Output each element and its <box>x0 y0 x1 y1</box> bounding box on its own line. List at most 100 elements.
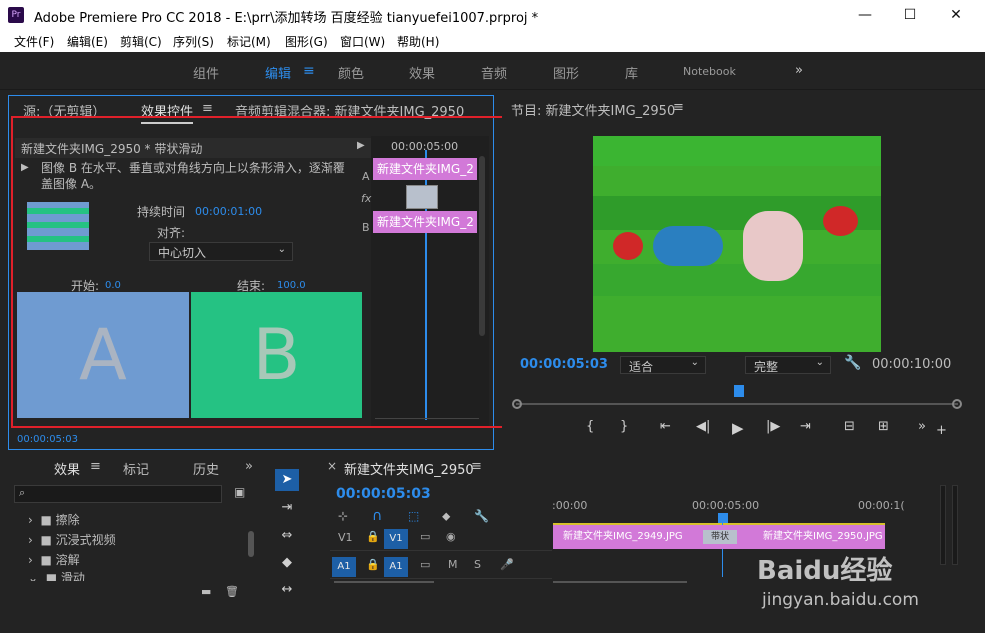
snap-icon[interactable]: ⊹ <box>338 509 348 523</box>
workspace-assembly[interactable]: 组件 <box>193 63 219 82</box>
scrub-end-handle[interactable] <box>952 399 962 409</box>
ripple-edit-tool-icon[interactable]: ⇔ <box>275 525 299 547</box>
go-to-in-icon[interactable]: ⇤ <box>660 419 671 434</box>
fit-select[interactable]: 适合 ⌄ <box>620 356 706 374</box>
program-title[interactable]: 节目: 新建文件夹IMG_2950 <box>511 100 675 119</box>
a1-source-toggle[interactable]: A1 <box>332 557 356 577</box>
effects-scrollbar[interactable] <box>248 531 254 557</box>
workspace-audio[interactable]: 音频 <box>481 63 507 82</box>
solo-label[interactable]: S <box>474 558 481 571</box>
new-bin-icon[interactable]: ▣ <box>234 485 245 499</box>
sync-icon[interactable]: ▭ <box>420 530 430 543</box>
timeline-playhead-handle[interactable] <box>718 513 728 523</box>
menu-file[interactable]: 文件(F) <box>14 33 54 50</box>
track-select-tool-icon[interactable]: ⇥ <box>275 497 299 519</box>
minimize-button[interactable]: — <box>842 0 888 30</box>
folder-icon: ■ <box>40 513 56 527</box>
scrub-start-handle[interactable] <box>512 399 522 409</box>
delete-icon[interactable]: 🗑 <box>225 585 239 598</box>
marker-icon[interactable]: ⬥ <box>442 509 450 524</box>
selection-tool-icon[interactable]: ➤ <box>275 469 299 491</box>
menu-graphics[interactable]: 图形(G) <box>285 33 328 50</box>
add-button-icon[interactable]: + <box>936 423 947 438</box>
close-sequence-icon[interactable]: × <box>327 459 337 473</box>
program-menu-icon[interactable]: ≡ <box>673 100 684 115</box>
eye-icon[interactable]: ◉ <box>446 530 456 543</box>
razor-tool-icon[interactable]: ◆ <box>275 552 299 574</box>
slip-tool-icon[interactable]: ↔ <box>275 579 299 601</box>
new-folder-icon[interactable]: ▬ <box>201 585 211 598</box>
settings-wrench-icon[interactable]: 🔧 <box>474 509 489 523</box>
tab-markers[interactable]: 标记 <box>123 459 149 478</box>
sync-icon[interactable]: ▭ <box>420 558 430 571</box>
mute-label[interactable]: M <box>448 558 458 571</box>
more-tabs-icon[interactable]: » <box>245 459 253 474</box>
ruler-label-mid: 00:00:05:00 <box>692 499 760 512</box>
workspace-color[interactable]: 颜色 <box>338 63 364 82</box>
more-controls-icon[interactable]: » <box>918 419 926 434</box>
program-timecode[interactable]: 00:00:05:03 <box>520 357 608 372</box>
timeline-zoom-bar[interactable] <box>553 581 687 583</box>
menu-clip[interactable]: 剪辑(C) <box>120 33 162 50</box>
maximize-button[interactable]: ☐ <box>887 0 933 30</box>
tab-history[interactable]: 历史 <box>193 459 219 478</box>
clip-1[interactable]: 新建文件夹IMG_2949.JPG <box>563 525 683 549</box>
workspace-menu-icon[interactable]: ≡ <box>303 63 315 79</box>
title-bar: Pr Adobe Premiere Pro CC 2018 - E:\prr\添… <box>0 0 985 30</box>
linked-selection-icon[interactable]: ⬚ <box>408 509 419 523</box>
step-forward-icon[interactable]: |▶ <box>766 419 780 434</box>
v1-target-toggle[interactable]: V1 <box>384 529 408 549</box>
microphone-icon[interactable]: 🎤 <box>500 558 514 571</box>
header-zoom-bar[interactable] <box>334 581 434 583</box>
sequence-tab[interactable]: 新建文件夹IMG_2950 <box>344 459 474 478</box>
transition-clip[interactable]: 带状 <box>703 530 737 544</box>
clip-2[interactable]: 新建文件夹IMG_2950.JPG <box>763 525 883 549</box>
sequence-menu-icon[interactable]: ≡ <box>471 459 482 474</box>
a1-target-toggle[interactable]: A1 <box>384 557 408 577</box>
panel-menu-icon[interactable]: ≡ <box>202 101 213 116</box>
tab-effects[interactable]: 效果 <box>54 459 80 478</box>
mark-in-icon[interactable]: { <box>586 419 594 434</box>
go-to-out-icon[interactable]: ⇥ <box>800 419 811 434</box>
menu-marker[interactable]: 标记(M) <box>227 33 271 50</box>
menu-window[interactable]: 窗口(W) <box>340 33 385 50</box>
v1-source-label[interactable]: V1 <box>338 531 353 544</box>
quality-select[interactable]: 完整 ⌄ <box>745 356 831 374</box>
workspace-libraries[interactable]: 库 <box>625 63 638 82</box>
menu-edit[interactable]: 编辑(E) <box>67 33 108 50</box>
effect-controls-timecode[interactable]: 00:00:05:03 <box>17 434 78 445</box>
lift-icon[interactable]: ⊟ <box>844 419 855 434</box>
lock-icon[interactable]: 🔒 <box>366 558 380 571</box>
chevron-right-icon: › <box>28 513 41 527</box>
list-item[interactable]: ⌄ ■ 滑动 <box>28 569 85 581</box>
list-item[interactable]: › ■ 擦除 <box>28 511 80 528</box>
chevron-right-icon: › <box>28 553 41 567</box>
mark-out-icon[interactable]: } <box>620 419 628 434</box>
list-item[interactable]: › ■ 溶解 <box>28 551 80 568</box>
effects-search-input[interactable]: ⌕ <box>14 485 222 503</box>
list-item-label: 溶解 <box>55 553 80 567</box>
lock-icon[interactable]: 🔒 <box>366 530 380 543</box>
effects-menu-icon[interactable]: ≡ <box>90 459 101 474</box>
chevron-down-icon: ⌄ <box>815 357 824 368</box>
extract-icon[interactable]: ⊞ <box>878 419 889 434</box>
step-back-icon[interactable]: ◀| <box>696 419 710 434</box>
watermark-brand: Baidu经验 <box>757 556 893 586</box>
chevron-right-icon: › <box>28 533 41 547</box>
list-item[interactable]: › ■ 沉浸式视频 <box>28 531 116 548</box>
workspace-graphics[interactable]: 图形 <box>553 63 579 82</box>
workspace-editing[interactable]: 编辑 <box>265 63 291 82</box>
program-scrub-bar[interactable] <box>516 403 958 405</box>
more-workspaces-icon[interactable]: » <box>795 63 803 78</box>
wrench-icon[interactable]: 🔧 <box>844 355 861 371</box>
close-button[interactable]: ✕ <box>933 0 979 30</box>
workspace-effects[interactable]: 效果 <box>409 63 435 82</box>
magnet-icon[interactable]: ∩ <box>372 508 382 524</box>
track-header-a1: A1 🔒 A1 ▭ M S 🎤 <box>330 555 552 579</box>
timeline-timecode[interactable]: 00:00:05:03 <box>336 486 431 502</box>
menu-sequence[interactable]: 序列(S) <box>173 33 214 50</box>
menu-help[interactable]: 帮助(H) <box>397 33 439 50</box>
play-icon[interactable]: ▶ <box>732 419 744 437</box>
workspace-notebook[interactable]: Notebook <box>683 65 736 78</box>
program-playhead[interactable] <box>734 385 744 397</box>
